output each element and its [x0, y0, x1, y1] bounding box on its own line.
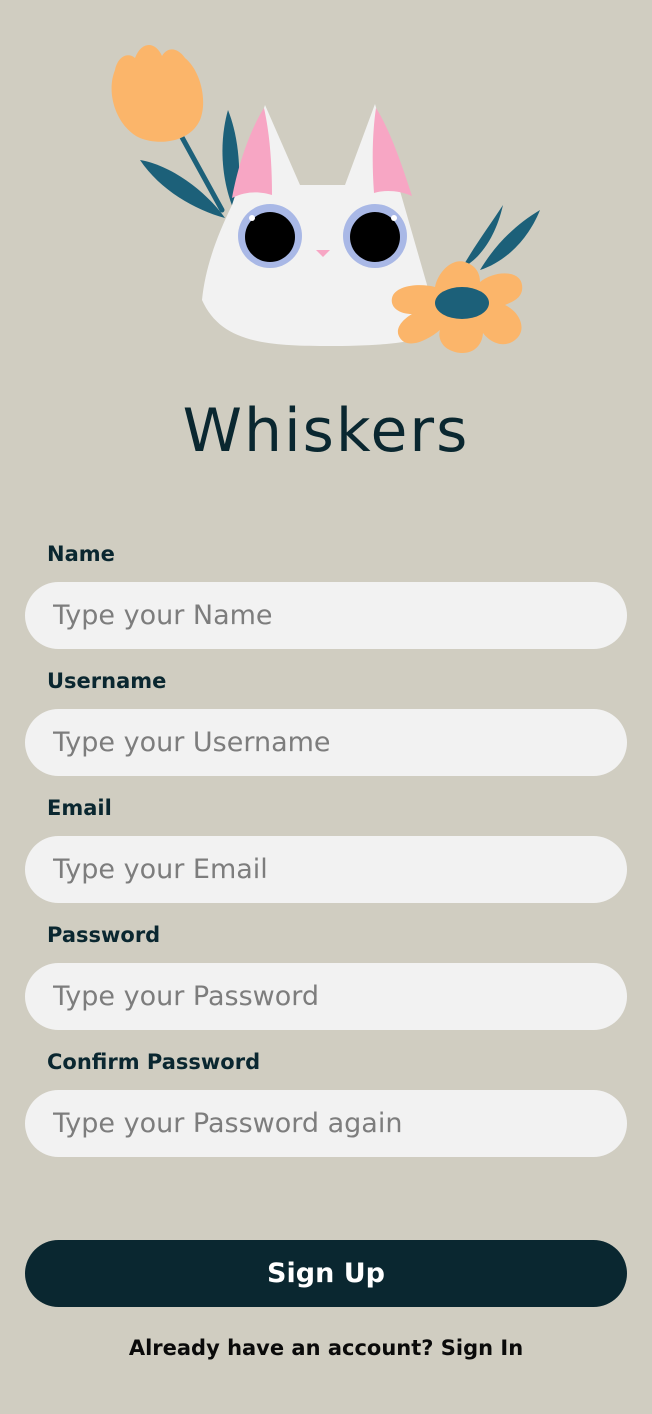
signup-form: Name Username Email Password Confirm Pas…: [25, 540, 627, 1175]
name-input[interactable]: [25, 582, 627, 649]
email-input[interactable]: [25, 836, 627, 903]
cat-with-flowers-illustration: [111, 45, 540, 354]
sign-in-prompt-row: Already have an account? Sign In: [0, 1336, 652, 1360]
left-eye-highlight: [249, 215, 255, 221]
tulip-flower: [111, 45, 204, 142]
confirm-password-field-group: Confirm Password: [25, 1048, 627, 1157]
name-field-group: Name: [25, 540, 627, 649]
username-field-group: Username: [25, 667, 627, 776]
email-field-group: Email: [25, 794, 627, 903]
name-label: Name: [47, 542, 115, 566]
right-eye-highlight: [391, 215, 397, 221]
sign-in-prompt-text: Already have an account?: [128, 1336, 441, 1360]
sign-up-button[interactable]: Sign Up: [25, 1240, 627, 1307]
confirm-password-label: Confirm Password: [47, 1050, 261, 1074]
password-input[interactable]: [25, 963, 627, 1030]
sign-in-link[interactable]: Sign In: [441, 1336, 523, 1360]
confirm-password-input[interactable]: [25, 1090, 627, 1157]
username-input[interactable]: [25, 709, 627, 776]
right-ear-inner: [372, 108, 412, 196]
password-field-group: Password: [25, 921, 627, 1030]
username-label: Username: [47, 669, 167, 693]
app-brand-title: Whiskers: [182, 396, 470, 466]
email-label: Email: [47, 796, 112, 820]
password-label: Password: [47, 923, 161, 947]
